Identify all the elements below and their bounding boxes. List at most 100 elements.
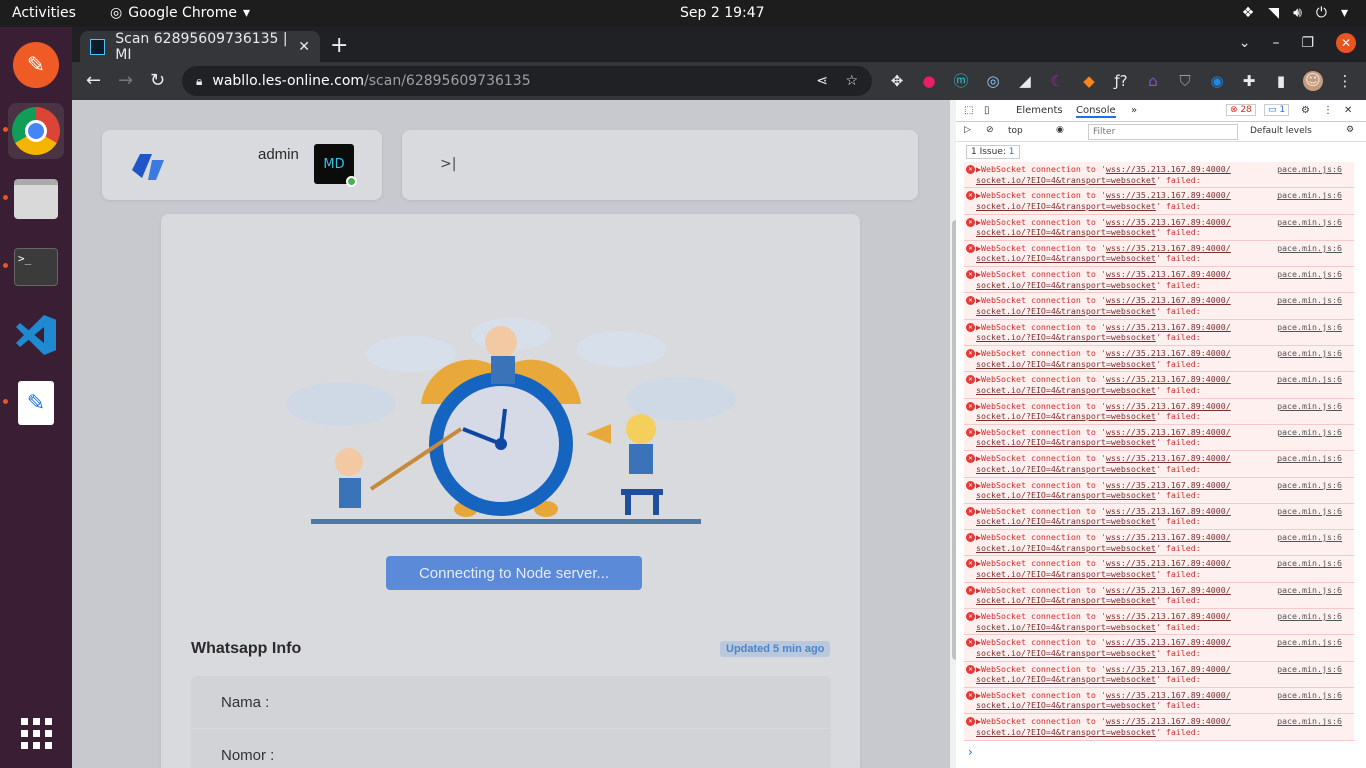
color-picker-icon[interactable]: ● (919, 72, 939, 90)
postman-icon[interactable]: ✎ (8, 37, 64, 93)
menu-icon[interactable]: ⋮ (1335, 72, 1355, 90)
console-error-message[interactable]: ✕ ▶WebSocket connection to 'wss://35.213.… (964, 188, 1354, 215)
console-error-message[interactable]: ✕ ▶WebSocket connection to 'wss://35.213.… (964, 162, 1354, 189)
source-link[interactable]: pace.min.js:6 (1277, 664, 1342, 675)
show-apps-icon[interactable] (8, 705, 64, 761)
address-bar[interactable]: 🔒︎ wabllo.les-online.com/scan/6289560973… (182, 66, 872, 96)
moon-extension-icon[interactable]: ☾ (1047, 72, 1067, 90)
bookmark-star-icon[interactable]: ☆ (845, 73, 858, 89)
text-editor-icon[interactable]: ✎ (8, 375, 64, 431)
eye-icon[interactable]: ◉ (1056, 125, 1064, 135)
console-error-message[interactable]: ✕ ▶WebSocket connection to 'wss://35.213.… (964, 635, 1354, 662)
user-avatar[interactable]: MD (314, 144, 357, 187)
maximize-button[interactable]: ❐ (1301, 35, 1314, 51)
kebab-menu-icon[interactable]: ⋮ (1323, 105, 1333, 116)
app-menu[interactable]: ◎ Google Chrome ▾ (110, 5, 250, 21)
issues-link[interactable]: 1 Issue: 1 (966, 145, 1020, 159)
console-error-message[interactable]: ✕ ▶WebSocket connection to 'wss://35.213.… (964, 556, 1354, 583)
move-icon[interactable]: ✥ (887, 72, 907, 90)
console-error-message[interactable]: ✕ ▶WebSocket connection to 'wss://35.213.… (964, 714, 1354, 741)
reload-button[interactable]: ↻ (150, 70, 165, 91)
vscode-icon[interactable] (8, 307, 64, 363)
filter-input[interactable] (1088, 124, 1238, 140)
clear-console-icon[interactable]: ⊘ (986, 125, 994, 135)
new-tab-button[interactable]: + (330, 33, 348, 58)
more-tabs-icon[interactable]: » (1131, 105, 1137, 116)
source-link[interactable]: pace.min.js:6 (1277, 269, 1342, 280)
target-extension-icon[interactable]: ◉ (1207, 72, 1227, 90)
source-link[interactable]: pace.min.js:6 (1277, 190, 1342, 201)
tab-search-icon[interactable]: ⌄ (1239, 35, 1251, 51)
context-selector[interactable]: top (1008, 126, 1023, 136)
source-link[interactable]: pace.min.js:6 (1277, 243, 1342, 254)
source-link[interactable]: pace.min.js:6 (1277, 480, 1342, 491)
sidebar-toggle-icon[interactable]: ▷ (964, 125, 971, 135)
console-error-message[interactable]: ✕ ▶WebSocket connection to 'wss://35.213.… (964, 609, 1354, 636)
source-link[interactable]: pace.min.js:6 (1277, 374, 1342, 385)
console-error-message[interactable]: ✕ ▶WebSocket connection to 'wss://35.213.… (964, 372, 1354, 399)
share-icon[interactable]: ⋖ (816, 73, 828, 89)
log-levels-dropdown[interactable]: Default levels (1250, 126, 1312, 136)
source-link[interactable]: pace.min.js:6 (1277, 506, 1342, 517)
tab-elements[interactable]: Elements (1016, 105, 1063, 116)
source-link[interactable]: pace.min.js:6 (1277, 217, 1342, 228)
profile-avatar[interactable]: ☺ (1303, 70, 1323, 91)
console-error-message[interactable]: ✕ ▶WebSocket connection to 'wss://35.213.… (964, 346, 1354, 373)
console-error-message[interactable]: ✕ ▶WebSocket connection to 'wss://35.213.… (964, 267, 1354, 294)
console-error-message[interactable]: ✕ ▶WebSocket connection to 'wss://35.213.… (964, 661, 1354, 688)
compass-extension-icon[interactable]: ◎ (983, 72, 1003, 90)
source-link[interactable]: pace.min.js:6 (1277, 532, 1342, 543)
console-error-message[interactable]: ✕ ▶WebSocket connection to 'wss://35.213.… (964, 214, 1354, 241)
console-prompt[interactable]: › (968, 745, 973, 759)
source-link[interactable]: pace.min.js:6 (1277, 401, 1342, 412)
source-link[interactable]: pace.min.js:6 (1277, 164, 1342, 175)
sidebar-toggle-icon[interactable]: >| (440, 156, 456, 172)
console-error-message[interactable]: ✕ ▶WebSocket connection to 'wss://35.213.… (964, 293, 1354, 320)
inspect-icon[interactable]: ⬚ (964, 105, 973, 116)
source-link[interactable]: pace.min.js:6 (1277, 585, 1342, 596)
close-tab-icon[interactable]: ✕ (298, 39, 310, 55)
activities-button[interactable]: Activities (12, 5, 76, 21)
tab-console[interactable]: Console (1076, 105, 1116, 118)
console-error-message[interactable]: ✕ ▶WebSocket connection to 'wss://35.213.… (964, 240, 1354, 268)
clock[interactable]: Sep 2 19:47 (680, 5, 765, 21)
error-count-badge[interactable]: ⊗ 28 (1226, 104, 1256, 116)
source-link[interactable]: pace.min.js:6 (1277, 427, 1342, 438)
chrome-dock-icon[interactable] (8, 103, 64, 159)
forward-button[interactable]: → (118, 70, 133, 91)
console-error-message[interactable]: ✕ ▶WebSocket connection to 'wss://35.213.… (964, 451, 1354, 478)
source-link[interactable]: pace.min.js:6 (1277, 453, 1342, 464)
settings-gear-icon[interactable]: ⚙ (1301, 105, 1310, 116)
terminal-icon[interactable]: >_ (8, 239, 64, 295)
console-error-message[interactable]: ✕ ▶WebSocket connection to 'wss://35.213.… (964, 503, 1354, 531)
source-link[interactable]: pace.min.js:6 (1277, 611, 1342, 622)
source-link[interactable]: pace.min.js:6 (1277, 637, 1342, 648)
info-count-badge[interactable]: ▭ 1 (1264, 104, 1290, 116)
source-link[interactable]: pace.min.js:6 (1277, 716, 1342, 727)
system-tray[interactable]: ❖ ◥ 🔊︎ ⏻ ▾ (1242, 5, 1348, 21)
console-error-message[interactable]: ✕ ▶WebSocket connection to 'wss://35.213.… (964, 687, 1354, 715)
console-settings-icon[interactable]: ⚙ (1346, 125, 1354, 135)
files-icon[interactable] (8, 171, 64, 227)
app-logo[interactable] (132, 150, 172, 186)
browser-tab[interactable]: Scan 62895609736135 | MI ✕ (80, 31, 320, 63)
back-button[interactable]: ← (86, 70, 101, 91)
close-window-button[interactable]: ✕ (1336, 33, 1356, 53)
console-error-message[interactable]: ✕ ▶WebSocket connection to 'wss://35.213.… (964, 398, 1354, 425)
device-toggle-icon[interactable]: ▯ (984, 105, 990, 116)
console-error-message[interactable]: ✕ ▶WebSocket connection to 'wss://35.213.… (964, 477, 1354, 504)
m-extension-icon[interactable]: ⓜ (951, 70, 971, 91)
metamask-icon[interactable]: ◆ (1079, 72, 1099, 90)
bird-extension-icon[interactable]: ◢ (1015, 72, 1035, 90)
close-devtools-icon[interactable]: ✕ (1344, 105, 1352, 116)
console-error-message[interactable]: ✕ ▶WebSocket connection to 'wss://35.213.… (964, 582, 1354, 610)
source-link[interactable]: pace.min.js:6 (1277, 558, 1342, 569)
puzzle-icon[interactable]: ✚ (1239, 72, 1259, 90)
source-link[interactable]: pace.min.js:6 (1277, 295, 1342, 306)
console-error-message[interactable]: ✕ ▶WebSocket connection to 'wss://35.213.… (964, 319, 1354, 347)
fx-extension-icon[interactable]: ƒ? (1111, 72, 1131, 90)
shield-icon[interactable]: ⛉ (1175, 72, 1195, 90)
connecting-button[interactable]: Connecting to Node server... (386, 556, 642, 590)
source-link[interactable]: pace.min.js:6 (1277, 348, 1342, 359)
sidepanel-icon[interactable]: ▮ (1271, 72, 1291, 90)
